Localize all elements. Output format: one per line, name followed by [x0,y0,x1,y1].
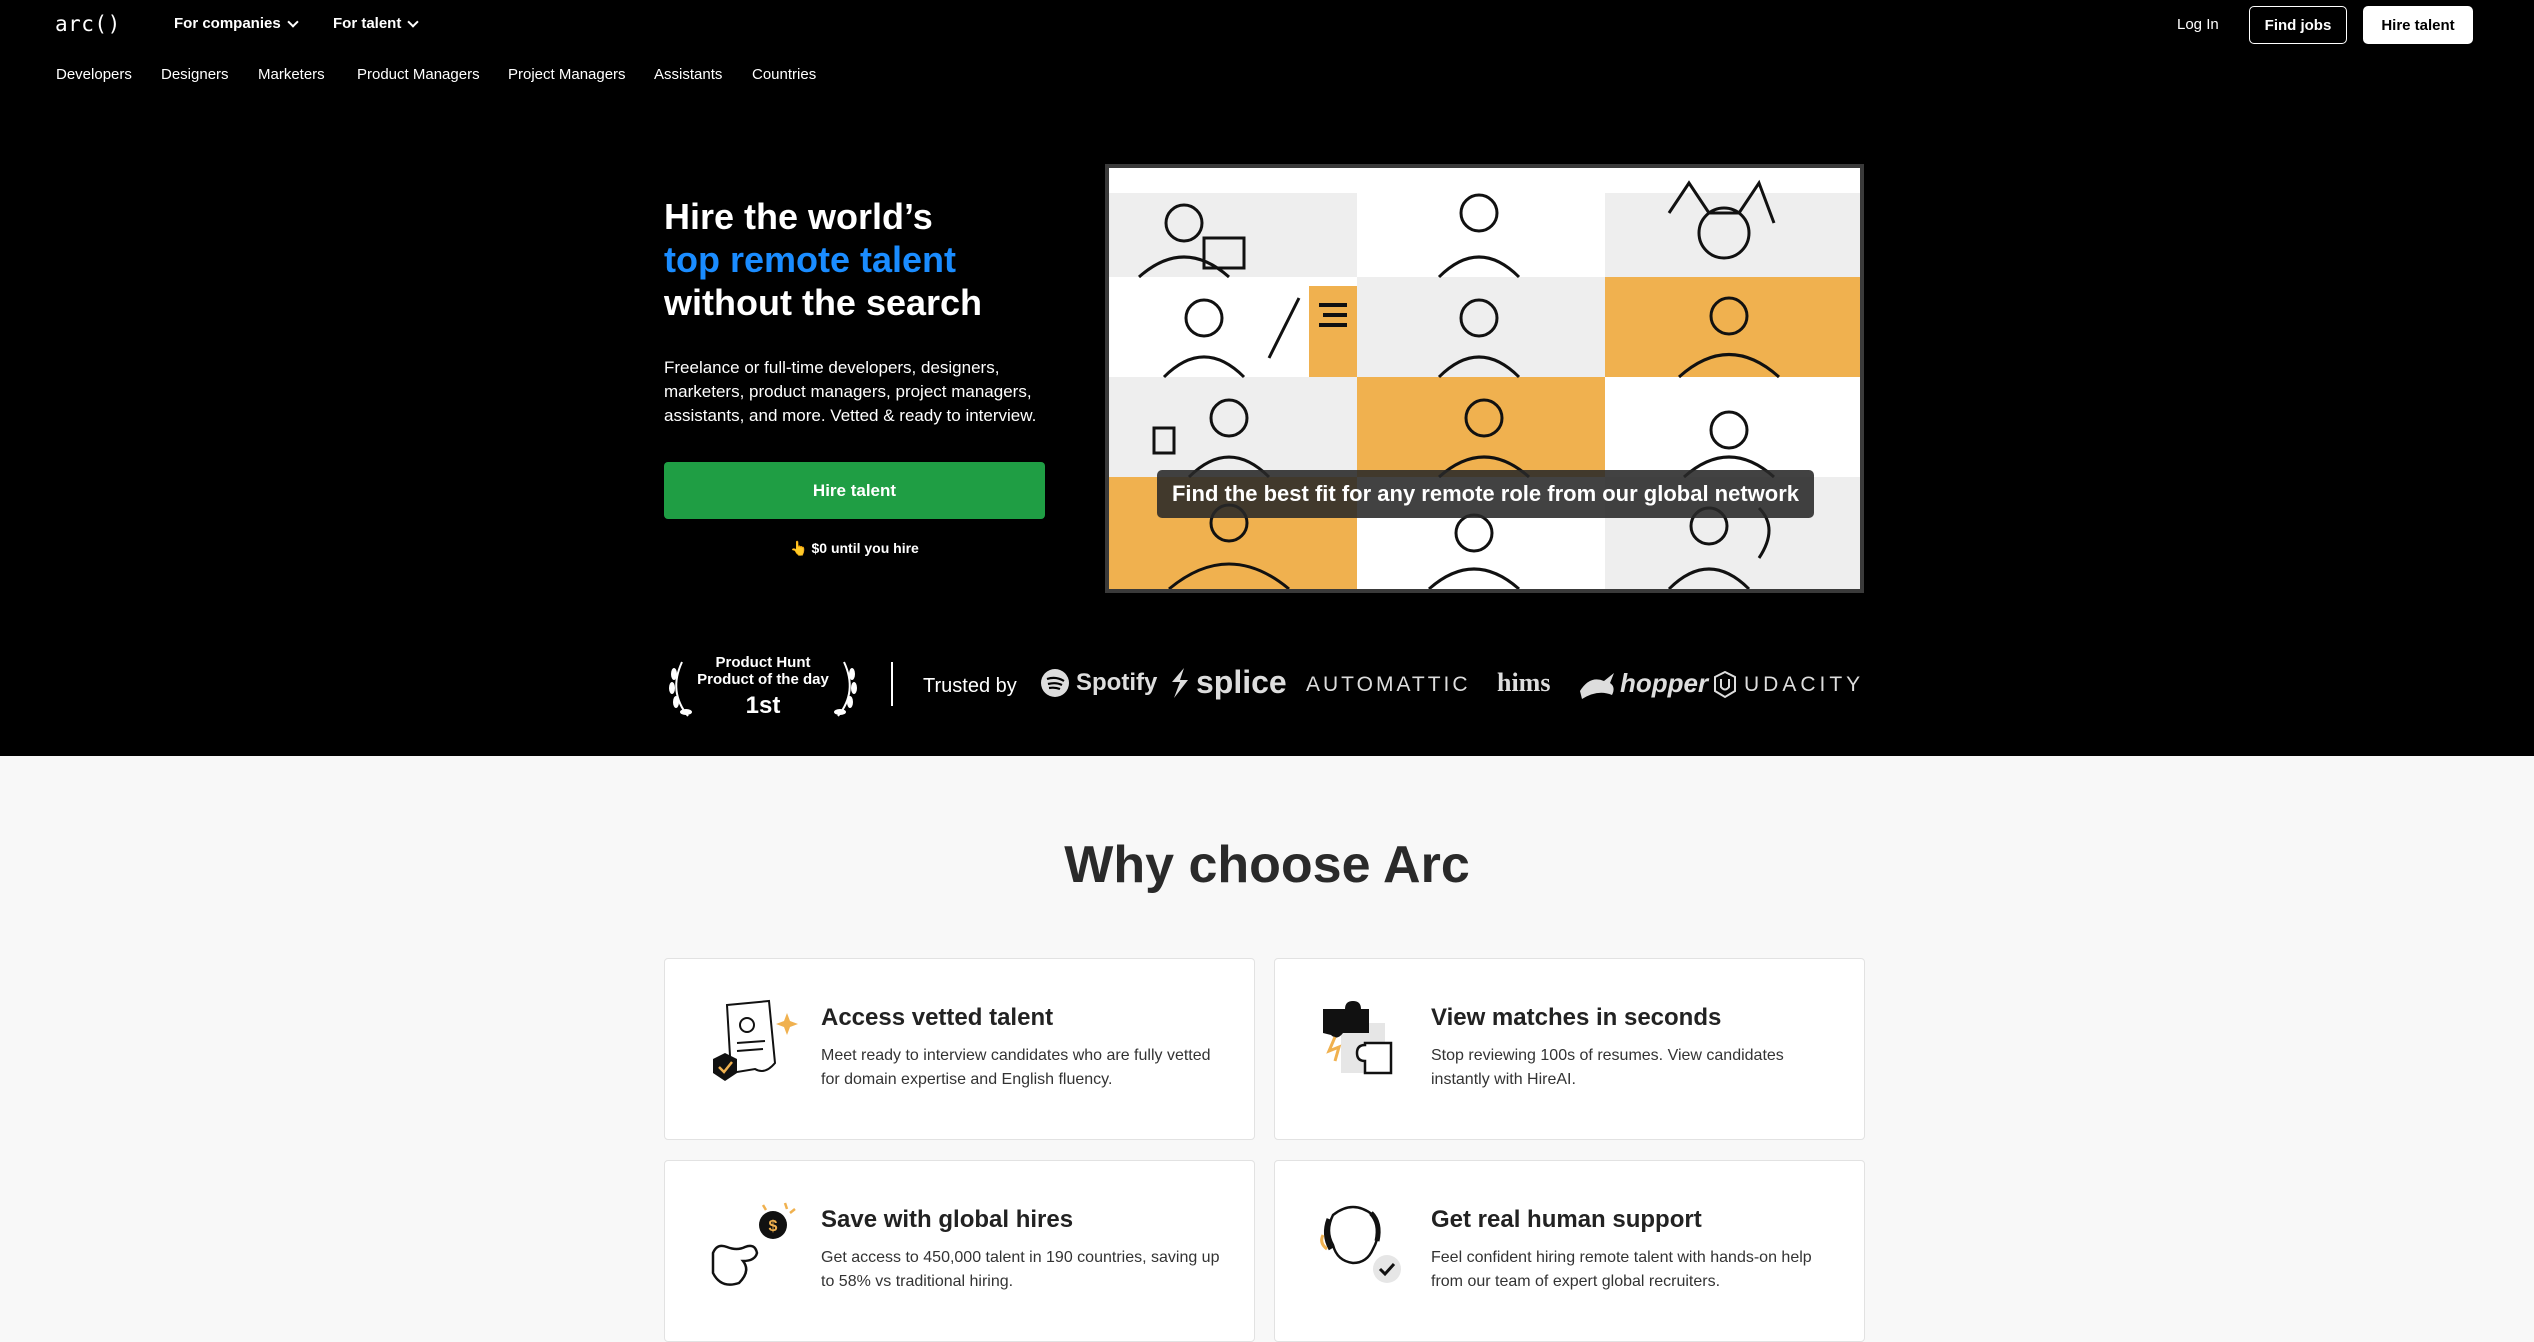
login-link[interactable]: Log In [2177,16,2219,33]
hero-title-highlight: top remote talent [664,239,957,280]
award-line: Product Hunt [715,654,811,671]
vetted-document-icon [713,999,798,1081]
hire-talent-cta-button[interactable]: Hire talent [664,462,1045,519]
award-line: Product of the day [697,671,829,688]
subnav-product-managers[interactable]: Product Managers [357,66,480,83]
brand-name: UDACITY [1744,673,1865,696]
award-text: Product Hunt Product of the day [684,654,842,688]
card-text: Stop reviewing 100s of resumes. View can… [1431,1047,1784,1088]
spotify-icon [1041,669,1069,697]
card-text: Get access to 450,000 talent in 190 coun… [821,1249,1220,1290]
support-person-icon [1320,1205,1401,1283]
hims-logo: hims [1497,668,1551,697]
hero-section: arc() For companies For talent Log In Fi… [0,0,2534,756]
coin-hand-icon: $ [711,1202,796,1286]
subnav-marketers[interactable]: Marketers [258,66,325,83]
feature-card-support: Get real human support Feel confident hi… [1274,1160,1865,1342]
divider [891,662,893,706]
udacity-logo: UDACITY [1712,671,1864,699]
svg-text:$: $ [769,1218,778,1235]
product-hunt-badge: Product Hunt Product of the day 1st [664,654,862,719]
hire-talent-header-button[interactable]: Hire talent [2363,6,2473,44]
trusted-by-label: Trusted by [923,675,1017,697]
brand-name: Spotify [1076,669,1158,696]
chevron-down-icon [287,15,299,28]
menu-label: For companies [174,15,281,32]
why-section-title: Why choose Arc [1064,836,1470,894]
bunny-icon [1580,672,1614,699]
card-text: Feel confident hiring remote talent with… [1431,1249,1812,1290]
subnav-designers[interactable]: Designers [161,66,229,83]
card-title: Get real human support [1431,1206,1702,1233]
award-rank: 1st [745,692,781,719]
udacity-icon [1714,671,1736,699]
splice-logo: splice [1166,664,1287,701]
hero-title: Hire the world’s top remote talent witho… [664,195,1084,324]
feature-card-vetted: Access vetted talent Meet ready to inter… [664,958,1255,1140]
chevron-down-icon [407,15,420,28]
subnav-countries[interactable]: Countries [752,66,816,83]
brand-name: splice [1196,664,1287,700]
feature-card-global-hires: $ Save with global hires Get access to 4… [664,1160,1255,1342]
spotify-logo: Spotify [1040,668,1157,698]
talent-grid-illustration [1109,168,1860,589]
subnav-project-managers[interactable]: Project Managers [508,66,626,83]
find-jobs-button[interactable]: Find jobs [2249,6,2347,44]
card-text: Meet ready to interview candidates who a… [821,1047,1211,1088]
menu-for-talent[interactable]: For talent [333,15,420,32]
menu-for-companies[interactable]: For companies [174,15,299,32]
hero-description: Freelance or full-time developers, desig… [664,358,1037,425]
cta-note: 👆 $0 until you hire [790,540,919,556]
hopper-logo: hopper [1578,668,1708,699]
talent-illustration-grid [1105,164,1864,593]
card-title: Save with global hires [821,1206,1074,1233]
arc-logo[interactable]: arc() [55,12,121,36]
card-title: Access vetted talent [821,1004,1054,1031]
subnav-assistants[interactable]: Assistants [654,66,722,83]
subnav-developers[interactable]: Developers [56,66,132,83]
puzzle-icon [1323,1001,1393,1075]
splice-icon [1172,667,1188,698]
automattic-logo: AUTOMATTIC [1306,673,1471,696]
hero-title-line: without the search [664,282,983,323]
menu-label: For talent [333,15,402,32]
grid-caption: Find the best fit for any remote role fr… [1157,470,1814,518]
feature-card-matches: View matches in seconds Stop reviewing 1… [1274,958,1865,1140]
brand-name: hopper [1620,668,1709,698]
hero-title-line: Hire the world’s [664,196,933,237]
card-title: View matches in seconds [1431,1004,1722,1031]
